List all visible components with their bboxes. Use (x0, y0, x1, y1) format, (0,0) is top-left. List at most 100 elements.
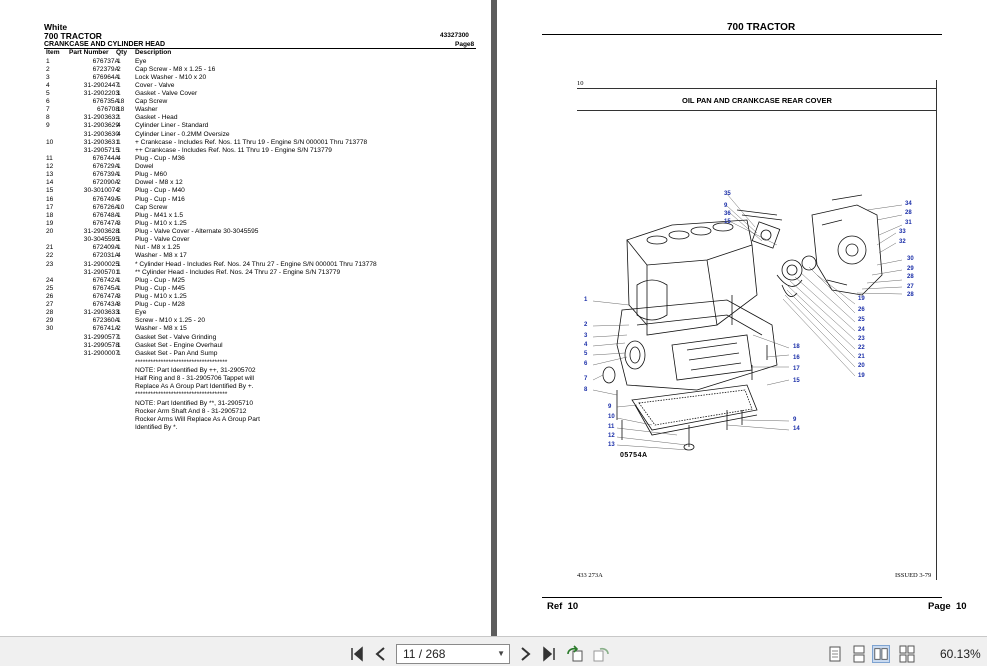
issued-date: ISSUED 3-79 (895, 572, 932, 579)
cell-qty: 1 (117, 114, 121, 122)
table-row: 28 31-2903633 1 Eye (0, 309, 491, 317)
cell-desc: Washer (135, 106, 158, 114)
cell-desc: Eye (135, 309, 147, 317)
diagram-title-rule (577, 110, 937, 111)
cell-item: 14 (46, 179, 54, 187)
zoom-level[interactable]: 60.13% (940, 647, 981, 661)
callout-number: 14 (793, 426, 800, 432)
cell-desc: Eye (135, 57, 147, 65)
note-line: NOTE: Part Identified By **, 31-2905710 (135, 399, 254, 407)
cell-desc: Plug - M41 x 1.5 (135, 211, 184, 219)
callout-number: 23 (858, 336, 865, 342)
cell-qty: 8 (117, 301, 121, 309)
cell-desc: Plug - Valve Cover - Alternate 30-304559… (135, 228, 259, 236)
cell-qty: 4 (117, 252, 121, 260)
footer-page: Page 10 (928, 601, 967, 612)
cell-qty: 1 (117, 268, 121, 276)
cell-part: 31-2990578 (83, 341, 119, 349)
callout-number: 4 (584, 342, 588, 348)
cell-item: 10 (46, 138, 54, 146)
table-row: 30 676741A 2 Washer - M8 x 15 (0, 325, 491, 333)
cell-desc: Gasket - Valve Cover (135, 89, 198, 97)
note-line: Identified By *. (135, 423, 178, 431)
cell-part: 676744A (92, 154, 119, 162)
table-row: 7 676708 18 Washer (0, 106, 491, 114)
cell-part: 30-3010074 (83, 187, 119, 195)
previous-page-icon[interactable] (372, 645, 390, 663)
cell-qty: 2 (117, 325, 121, 333)
table-row: 17 676726A 10 Cap Screw (0, 204, 491, 212)
cell-item: 5 (46, 89, 50, 97)
two-page-view-icon[interactable] (872, 645, 890, 663)
cell-part: 672090A (92, 179, 119, 187)
first-page-icon[interactable] (348, 645, 366, 663)
callout-number: 25 (858, 317, 865, 323)
two-page-continuous-icon[interactable] (898, 645, 916, 663)
cell-part: 676741A (92, 325, 119, 333)
cell-item: 12 (46, 163, 54, 171)
cell-qty: 1 (117, 284, 121, 292)
continuous-view-icon[interactable] (850, 645, 868, 663)
single-page-view-icon[interactable] (826, 645, 844, 663)
table-row: 31-2905715 1 ++ Crankcase - Includes Ref. … (0, 147, 491, 155)
callout-number: 12 (608, 433, 615, 439)
callout-number: 6 (584, 361, 588, 367)
callout-number: 2 (584, 322, 588, 328)
cell-part: 30-3045595 (83, 236, 119, 244)
cell-part: 672360A (92, 317, 119, 325)
section-title: CRANKCASE AND CYLINDER HEAD (44, 40, 166, 48)
cell-desc: Cap Screw - M8 x 1.25 - 16 (135, 65, 216, 73)
callout-number: 10 (608, 414, 615, 420)
table-row: 1 676737A 1 Eye (0, 58, 491, 66)
callout-number: 15 (793, 378, 800, 384)
cell-desc: Washer - M8 x 15 (135, 325, 187, 333)
cell-item: 15 (46, 187, 54, 195)
diagram-top-rule (577, 88, 937, 89)
cell-part: 31-2900025 (83, 260, 119, 268)
table-row: 2 672379A 2 Cap Screw - M8 x 1.25 - 16 (0, 66, 491, 74)
document-viewport[interactable]: White 700 TRACTOR 43327300 CRANKCASE AND… (0, 0, 987, 636)
cell-qty: 1 (117, 236, 121, 244)
cell-part: 31-2900007 (83, 349, 119, 357)
go-back-view-icon[interactable] (566, 645, 584, 663)
bottom-rule (542, 597, 942, 598)
table-row: 27 676743A 8 Plug - Cup - M28 (0, 301, 491, 309)
table-row: 4 31-2902447 1 Cover - Valve (0, 82, 491, 90)
cell-part: 31-2903629 (83, 122, 119, 130)
next-page-icon[interactable] (516, 645, 534, 663)
page-number-select[interactable]: 11 / 268 ▼ (396, 644, 510, 664)
cell-desc: ++ Crankcase - Includes Ref. Nos. 11 Thr… (135, 146, 332, 154)
cell-desc: * Cylinder Head - Includes Ref. Nos. 24 … (135, 260, 377, 268)
column-headers: Item Part Number Qty Description (0, 49, 491, 57)
callout-number: 32 (899, 239, 906, 245)
callout-number: 35 (724, 191, 731, 197)
cell-qty: 2 (117, 179, 121, 187)
callout-number: 36 (724, 211, 731, 217)
cell-part: 672409A (92, 244, 119, 252)
callout-number: 9 (793, 417, 797, 423)
cell-part: 676747A (92, 219, 119, 227)
cell-item: 24 (46, 276, 54, 284)
cell-qty: 18 (117, 106, 125, 114)
cell-item: 25 (46, 284, 54, 292)
cell-desc: Dowel - M8 x 12 (135, 179, 183, 187)
model-label-right: 700 TRACTOR (727, 22, 796, 33)
cell-part: 31-2903628 (83, 228, 119, 236)
cell-desc: Gasket Set - Valve Grinding (135, 333, 217, 341)
go-forward-view-icon[interactable] (592, 645, 610, 663)
cell-item: 11 (46, 154, 53, 162)
cell-desc: + Crankcase - Includes Ref. Nos. 11 Thru… (135, 138, 368, 146)
cell-desc: Plug - M10 x 1.25 (135, 219, 187, 227)
diagram-page: 700 TRACTOR 10 OIL PAN AND CRANKCASE REA… (497, 0, 987, 636)
cell-part: 31-2903631 (83, 138, 119, 146)
cell-item: 8 (46, 114, 50, 122)
callout-number: 21 (858, 354, 865, 360)
cell-desc: Lock Washer - M10 x 20 (135, 73, 207, 81)
cell-desc: Cap Screw (135, 203, 168, 211)
note-line: ************************************ (135, 358, 228, 366)
last-page-icon[interactable] (540, 645, 558, 663)
cell-qty: 1 (117, 276, 121, 284)
cell-part: 31-2902203 (83, 89, 119, 97)
cell-qty: 10 (117, 203, 125, 211)
cell-desc: Plug - M60 (135, 171, 167, 179)
